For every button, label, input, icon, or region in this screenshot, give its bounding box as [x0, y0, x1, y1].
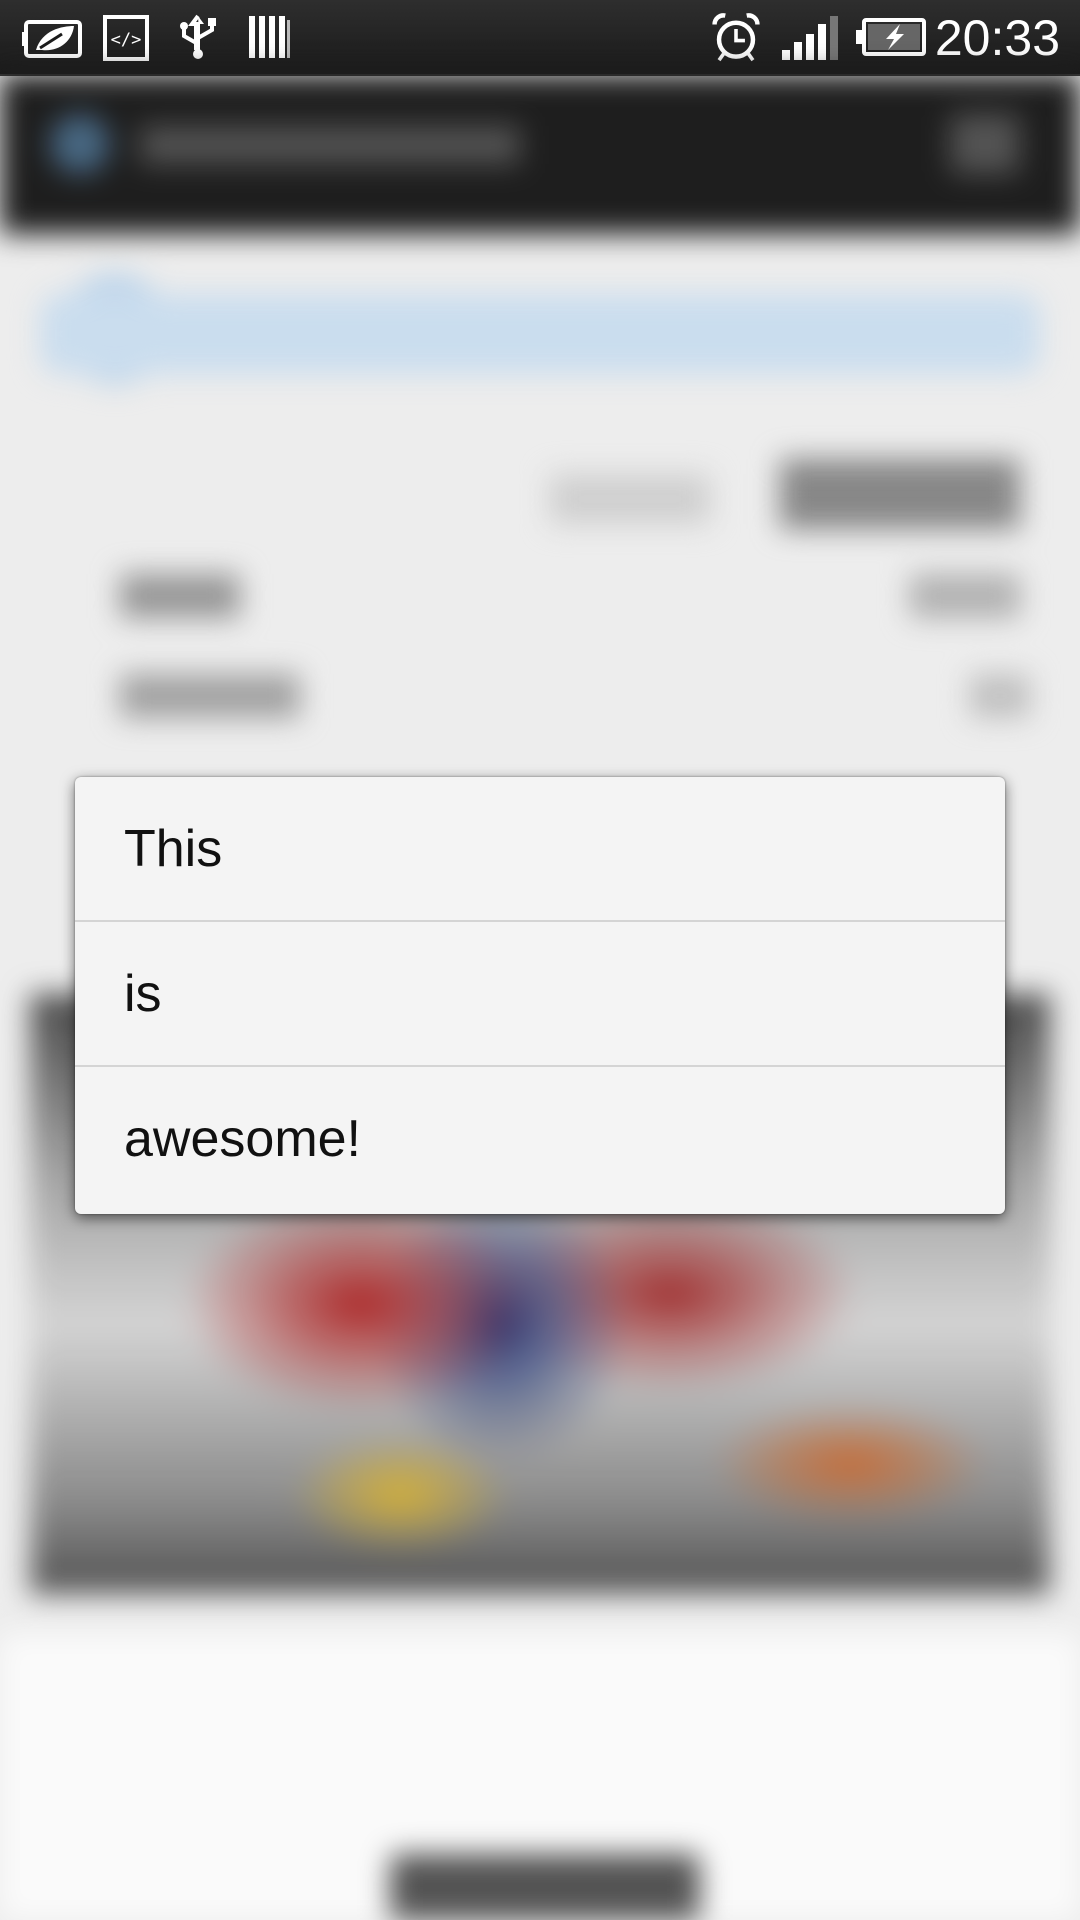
- popup-menu: This is awesome!: [75, 777, 1005, 1214]
- popup-menu-item-is[interactable]: is: [75, 922, 1005, 1067]
- svg-text:</>: </>: [111, 30, 142, 50]
- usb-icon: [174, 12, 222, 62]
- popup-menu-item-label: is: [124, 965, 162, 1023]
- htc-sense-icon: [22, 12, 84, 62]
- status-time: 20:33: [934, 10, 1060, 66]
- battery-charging-icon: [856, 12, 928, 62]
- popup-menu-item-label: This: [124, 820, 223, 878]
- screen: </> 20:33 This is awesome!: [0, 0, 1080, 1920]
- alarm-clock-icon: [708, 12, 764, 62]
- status-bar: </> 20:33: [0, 0, 1080, 76]
- barcode-icon: [246, 12, 292, 62]
- popup-menu-item-this[interactable]: This: [75, 777, 1005, 922]
- signal-strength-icon: [780, 12, 840, 62]
- developer-code-icon: </>: [102, 12, 150, 62]
- popup-menu-item-awesome[interactable]: awesome!: [75, 1067, 1005, 1212]
- popup-menu-item-label: awesome!: [124, 1110, 361, 1168]
